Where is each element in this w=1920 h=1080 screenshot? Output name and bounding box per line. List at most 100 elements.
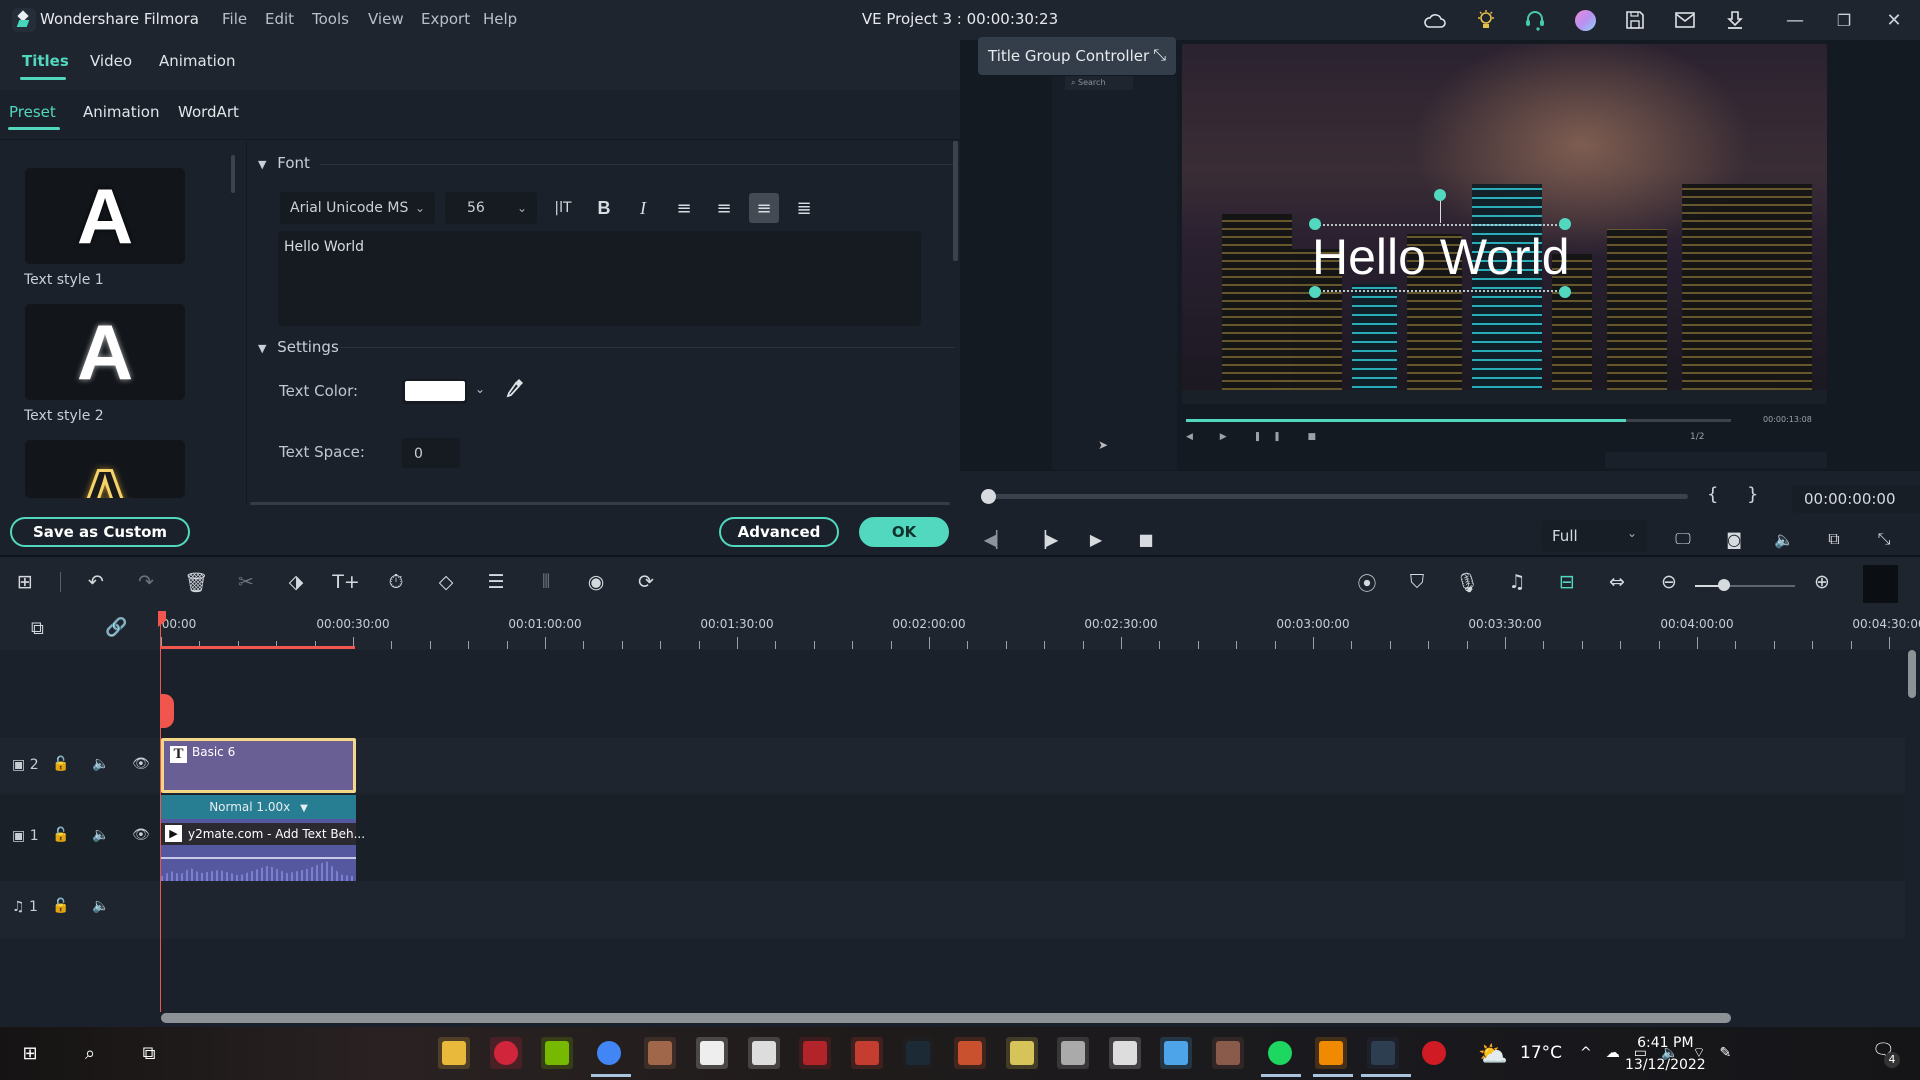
playhead-split-marker[interactable] [160,694,174,728]
lock-button[interactable]: 🔓 [52,898,69,914]
text-space-input[interactable]: 0 [402,438,460,468]
taskbar-app[interactable] [644,1037,677,1069]
taskbar-app[interactable] [1108,1037,1141,1069]
taskbar-app[interactable] [1005,1037,1038,1069]
taskbar-app[interactable] [1366,1037,1399,1069]
taskbar-app[interactable] [438,1037,470,1069]
expand-icon[interactable]: ⤡ [1153,45,1166,65]
taskbar-app[interactable] [593,1037,625,1069]
playhead[interactable] [160,612,161,1012]
mark-in-button[interactable]: { [1707,484,1718,505]
taskbar-app[interactable] [1315,1037,1348,1069]
tab-titles[interactable]: Titles [22,52,69,70]
taskbar-app[interactable] [1057,1037,1090,1069]
taskbar-app[interactable] [1212,1037,1244,1069]
start-button[interactable]: ⊞ [14,1037,46,1069]
taskbar-app[interactable] [696,1037,728,1069]
align-right-button[interactable]: ≡ [709,193,739,223]
preset-text-style-3[interactable]: A [25,440,185,498]
save-as-custom-button[interactable]: Save as Custom [10,517,190,547]
clip-speed-dropdown[interactable]: Normal 1.00x ▼ [161,795,356,819]
audio-mixer-button[interactable]: ♫ [1503,568,1531,596]
bold-button[interactable]: B [589,193,619,223]
eyedropper-icon[interactable] [505,377,525,405]
redo-button[interactable]: ↷ [132,568,160,596]
title-text-input[interactable]: Hello World [278,231,921,326]
display-settings-button[interactable]: 🖵 [1670,526,1696,552]
subtab-animation[interactable]: Animation [83,103,159,121]
properties-scrollbar[interactable] [953,141,958,261]
align-center-button[interactable]: ≡ [749,193,779,223]
crop-button[interactable]: ⬗ [282,568,310,596]
taskbar-app[interactable] [489,1037,522,1069]
stop-button[interactable]: ■ [1133,526,1159,552]
lock-button[interactable]: 🔓 [52,756,69,772]
taskbar-app[interactable] [541,1037,574,1069]
title-group-controller[interactable]: Title Group Controller ⤡ [978,37,1176,75]
text-color-picker[interactable] [402,379,467,404]
preset-text-style-1[interactable]: A [25,168,185,264]
zoom-in-button[interactable]: ⊕ [1808,568,1836,596]
add-track-button[interactable]: ⧉ [31,618,44,639]
font-family-select[interactable]: Arial Unicode MS ⌄ [280,192,435,224]
audio-split-button[interactable]: ⦀ [532,568,560,596]
task-view-button[interactable]: ⧉ [133,1037,165,1069]
font-size-select[interactable]: 56 ⌄ [445,192,537,224]
zoom-out-button[interactable]: ⊖ [1655,568,1683,596]
taskbar-app[interactable] [1418,1037,1450,1069]
tab-animation[interactable]: Animation [159,52,235,70]
snapshot-button[interactable]: ◙ [1721,526,1747,552]
marker-button[interactable]: ⛉ [1403,568,1431,596]
audio-sync-button[interactable]: ◉ [582,568,610,596]
play-from-start-button[interactable]: ▕▶ [1033,526,1059,552]
volume-button[interactable]: 🔈 [1771,526,1797,552]
rotate-handle[interactable] [1434,189,1446,201]
minimize-button[interactable]: — [1783,8,1807,32]
restore-button[interactable]: ❐ [1832,8,1856,32]
taskbar-app[interactable] [747,1037,780,1069]
layout-button[interactable]: ⊞ [11,568,39,596]
delete-button[interactable]: 🗑 [182,568,210,596]
link-button[interactable]: 🔗 [105,617,127,638]
italic-button[interactable]: I [628,193,658,223]
preset-text-style-2[interactable]: A [25,304,185,400]
taskbar-app[interactable] [902,1037,935,1069]
seek-handle[interactable] [981,489,996,504]
taskbar-clock[interactable]: 6:41 PM 13/12/2022 [1625,1032,1706,1076]
close-button[interactable]: ✕ [1882,8,1906,32]
headset-icon[interactable] [1523,8,1547,32]
snap-button[interactable]: ⊟ [1553,568,1581,596]
panel-toggle[interactable] [1863,565,1898,603]
work-area-range[interactable] [161,646,355,649]
mute-button[interactable]: 🔈 [92,756,109,772]
playback-quality-select[interactable]: Full ⌄ [1542,520,1647,552]
save-icon[interactable] [1623,8,1647,32]
settings-section-toggle[interactable]: ▼ Settings [258,338,339,356]
render-button[interactable]: ⦿ [1353,568,1381,596]
play-button[interactable]: ▶ [1083,526,1109,552]
font-section-toggle[interactable]: ▼ Font [258,154,310,172]
video-clip[interactable]: ▶ y2mate.com - Add Text Beh... [161,819,365,881]
auto-caption-button[interactable]: ⟳ [632,568,660,596]
subtab-wordart[interactable]: WordArt [178,103,239,121]
taskbar-app[interactable] [1264,1037,1296,1069]
taskbar-app[interactable] [850,1037,883,1069]
keyframe-button[interactable]: ◇ [432,568,460,596]
pip-button[interactable]: ⧉ [1821,526,1847,552]
cloud-icon[interactable] [1423,8,1447,32]
taskbar-app[interactable] [799,1037,832,1069]
undo-button[interactable]: ↶ [82,568,110,596]
taskbar-app[interactable] [1160,1037,1193,1069]
weather-icon[interactable]: ⛅ [1478,1040,1508,1068]
weather-temperature[interactable]: 17°C [1520,1043,1562,1063]
add-text-button[interactable]: T+ [332,568,360,596]
download-icon[interactable] [1723,8,1747,32]
fit-timeline-button[interactable]: ⇔ [1603,568,1631,596]
justify-button[interactable]: ≣ [789,193,819,223]
timeline-hscrollbar[interactable] [161,1013,1731,1023]
fullscreen-button[interactable]: ⤡ [1871,526,1897,552]
overlay-title-text[interactable]: Hello World [1312,228,1570,286]
tab-video[interactable]: Video [90,52,132,70]
preview-seekbar[interactable] [983,494,1688,499]
text-height-button[interactable]: |lT [548,193,578,223]
